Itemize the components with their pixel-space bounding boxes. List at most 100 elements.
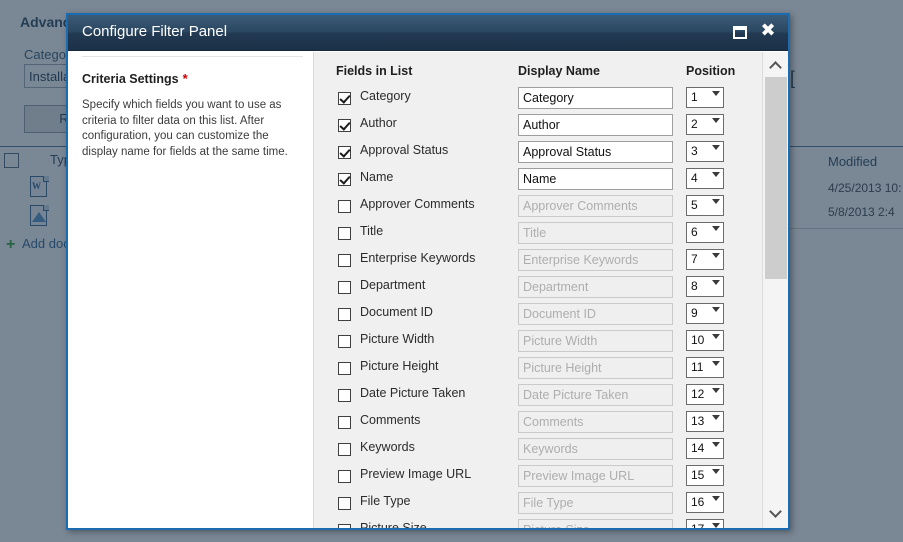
position-select[interactable]: 11 bbox=[686, 357, 724, 378]
field-label: Preview Image URL bbox=[360, 467, 472, 481]
position-select[interactable]: 7 bbox=[686, 249, 724, 270]
field-checkbox[interactable] bbox=[338, 308, 351, 321]
display-name-input[interactable]: Preview Image URL bbox=[518, 465, 673, 487]
field-label: Approver Comments bbox=[360, 197, 475, 211]
scroll-up-icon[interactable] bbox=[763, 54, 788, 76]
field-checkbox[interactable] bbox=[338, 389, 351, 402]
chevron-down-icon bbox=[712, 145, 720, 150]
chevron-down-icon bbox=[712, 361, 720, 366]
field-rows-container: Category Category 1 Author Author 2 Approval S… bbox=[336, 86, 762, 528]
field-checkbox[interactable] bbox=[338, 146, 351, 159]
field-row: Enterprise Keywords Enterprise Keywords 7 bbox=[336, 248, 762, 275]
field-checkbox[interactable] bbox=[338, 470, 351, 483]
column-header-display-name: Display Name bbox=[518, 64, 600, 78]
position-select[interactable]: 3 bbox=[686, 141, 724, 162]
scrollbar-thumb[interactable] bbox=[765, 77, 787, 279]
display-name-input[interactable]: Picture Size bbox=[518, 519, 673, 528]
column-headers: Fields in List Display Name Position bbox=[336, 64, 762, 86]
field-label: Name bbox=[360, 170, 394, 184]
position-value: 1 bbox=[691, 90, 698, 104]
chevron-down-icon bbox=[712, 118, 720, 123]
position-select[interactable]: 8 bbox=[686, 276, 724, 297]
position-value: 16 bbox=[691, 495, 705, 509]
field-label: Picture Size bbox=[360, 521, 427, 528]
chevron-down-icon bbox=[712, 253, 720, 258]
field-checkbox[interactable] bbox=[338, 362, 351, 375]
field-row: Category Category 1 bbox=[336, 86, 762, 113]
scroll-down-icon[interactable] bbox=[763, 502, 788, 524]
chevron-down-icon bbox=[712, 226, 720, 231]
position-value: 5 bbox=[691, 198, 698, 212]
field-checkbox[interactable] bbox=[338, 281, 351, 294]
display-name-input[interactable]: Picture Width bbox=[518, 330, 673, 352]
field-label: Picture Height bbox=[360, 359, 439, 373]
field-label: Author bbox=[360, 116, 397, 130]
close-icon[interactable]: ✖ bbox=[758, 20, 778, 43]
dialog-titlebar[interactable]: Configure Filter Panel ✖ bbox=[68, 15, 788, 51]
field-checkbox[interactable] bbox=[338, 443, 351, 456]
scrollbar-track[interactable] bbox=[765, 279, 787, 502]
field-checkbox[interactable] bbox=[338, 416, 351, 429]
field-label: File Type bbox=[360, 494, 411, 508]
field-checkbox[interactable] bbox=[338, 524, 351, 528]
field-row: Department Department 8 bbox=[336, 275, 762, 302]
restore-window-icon[interactable] bbox=[730, 23, 750, 43]
position-select[interactable]: 14 bbox=[686, 438, 724, 459]
display-name-input[interactable]: Document ID bbox=[518, 303, 673, 325]
field-checkbox[interactable] bbox=[338, 173, 351, 186]
position-value: 6 bbox=[691, 225, 698, 239]
field-checkbox[interactable] bbox=[338, 200, 351, 213]
display-name-input[interactable]: Approval Status bbox=[518, 141, 673, 163]
display-name-input[interactable]: Enterprise Keywords bbox=[518, 249, 673, 271]
display-name-input[interactable]: Keywords bbox=[518, 438, 673, 460]
display-name-input[interactable]: Approver Comments bbox=[518, 195, 673, 217]
configure-filter-panel-dialog: Configure Filter Panel ✖ Criteria Settin… bbox=[66, 13, 790, 530]
field-checkbox[interactable] bbox=[338, 119, 351, 132]
chevron-down-icon bbox=[712, 496, 720, 501]
position-select[interactable]: 10 bbox=[686, 330, 724, 351]
position-value: 8 bbox=[691, 279, 698, 293]
display-name-input[interactable]: File Type bbox=[518, 492, 673, 514]
position-value: 7 bbox=[691, 252, 698, 266]
position-select[interactable]: 17 bbox=[686, 519, 724, 528]
display-name-input[interactable]: Name bbox=[518, 168, 673, 190]
display-name-input[interactable]: Date Picture Taken bbox=[518, 384, 673, 406]
chevron-down-icon bbox=[712, 280, 720, 285]
position-select[interactable]: 5 bbox=[686, 195, 724, 216]
field-label: Picture Width bbox=[360, 332, 435, 346]
chevron-down-icon bbox=[712, 91, 720, 96]
display-name-input[interactable]: Author bbox=[518, 114, 673, 136]
chevron-down-icon bbox=[712, 442, 720, 447]
position-select[interactable]: 9 bbox=[686, 303, 724, 324]
field-checkbox[interactable] bbox=[338, 92, 351, 105]
field-checkbox[interactable] bbox=[338, 497, 351, 510]
position-select[interactable]: 6 bbox=[686, 222, 724, 243]
field-row: Approval Status Approval Status 3 bbox=[336, 140, 762, 167]
position-select[interactable]: 4 bbox=[686, 168, 724, 189]
field-checkbox[interactable] bbox=[338, 254, 351, 267]
required-asterisk: * bbox=[182, 71, 188, 86]
position-value: 3 bbox=[691, 144, 698, 158]
display-name-input[interactable]: Title bbox=[518, 222, 673, 244]
field-row: Comments Comments 13 bbox=[336, 410, 762, 437]
position-select[interactable]: 13 bbox=[686, 411, 724, 432]
chevron-down-icon bbox=[712, 199, 720, 204]
display-name-input[interactable]: Category bbox=[518, 87, 673, 109]
pane-top-divider bbox=[82, 56, 303, 57]
fields-scrollbar[interactable] bbox=[762, 52, 788, 528]
dialog-title: Configure Filter Panel bbox=[82, 23, 228, 40]
display-name-input[interactable]: Department bbox=[518, 276, 673, 298]
position-select[interactable]: 12 bbox=[686, 384, 724, 405]
chevron-down-icon bbox=[712, 469, 720, 474]
position-select[interactable]: 15 bbox=[686, 465, 724, 486]
field-label: Approval Status bbox=[360, 143, 449, 157]
position-select[interactable]: 2 bbox=[686, 114, 724, 135]
field-checkbox[interactable] bbox=[338, 227, 351, 240]
display-name-input[interactable]: Picture Height bbox=[518, 357, 673, 379]
position-select[interactable]: 16 bbox=[686, 492, 724, 513]
position-select[interactable]: 1 bbox=[686, 87, 724, 108]
field-checkbox[interactable] bbox=[338, 335, 351, 348]
field-row: Document ID Document ID 9 bbox=[336, 302, 762, 329]
field-row: Keywords Keywords 14 bbox=[336, 437, 762, 464]
display-name-input[interactable]: Comments bbox=[518, 411, 673, 433]
